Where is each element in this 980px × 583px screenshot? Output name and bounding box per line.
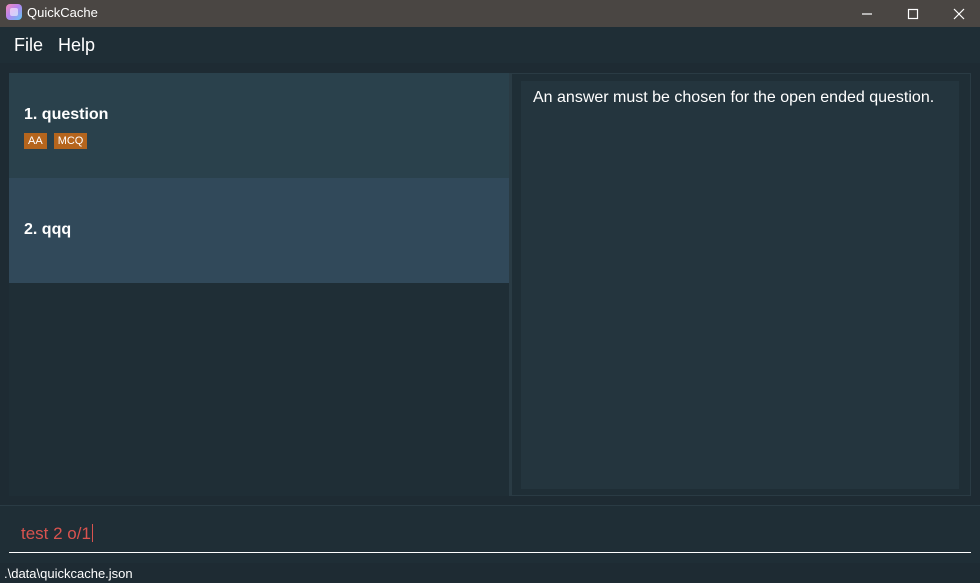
command-text: test 2 o/1 (21, 524, 93, 543)
tag-list: AA MCQ (24, 133, 88, 149)
tag-badge: AA (24, 133, 47, 149)
question-card[interactable]: 1. question AA MCQ (9, 73, 509, 178)
result-display: An answer must be chosen for the open en… (521, 81, 959, 489)
maximize-button[interactable] (890, 0, 936, 27)
maximize-icon (907, 8, 919, 19)
close-icon (953, 8, 965, 19)
command-input[interactable]: test 2 o/1 (9, 513, 971, 553)
close-button[interactable] (936, 0, 980, 27)
question-title: 2. qqq (24, 221, 72, 238)
title-bar: QuickCache (0, 0, 980, 27)
question-card-selected[interactable]: 2. qqq (9, 178, 509, 283)
menu-help[interactable]: Help (58, 35, 95, 56)
save-location-path: .\data\quickcache.json (4, 566, 133, 581)
minimize-icon (862, 12, 872, 15)
result-message: An answer must be chosen for the open en… (533, 89, 935, 106)
status-bar: .\data\quickcache.json (0, 563, 980, 583)
window-title: QuickCache (27, 5, 98, 20)
menu-file[interactable]: File (14, 35, 43, 56)
question-list-panel[interactable]: 1. question AA MCQ 2. qqq (9, 73, 509, 496)
app-icon (6, 4, 22, 20)
question-title: 1. question (24, 106, 109, 123)
tag-badge: MCQ (53, 133, 88, 149)
text-caret (91, 524, 93, 542)
minimize-button[interactable] (844, 0, 890, 27)
menu-bar: File Help (0, 27, 980, 63)
